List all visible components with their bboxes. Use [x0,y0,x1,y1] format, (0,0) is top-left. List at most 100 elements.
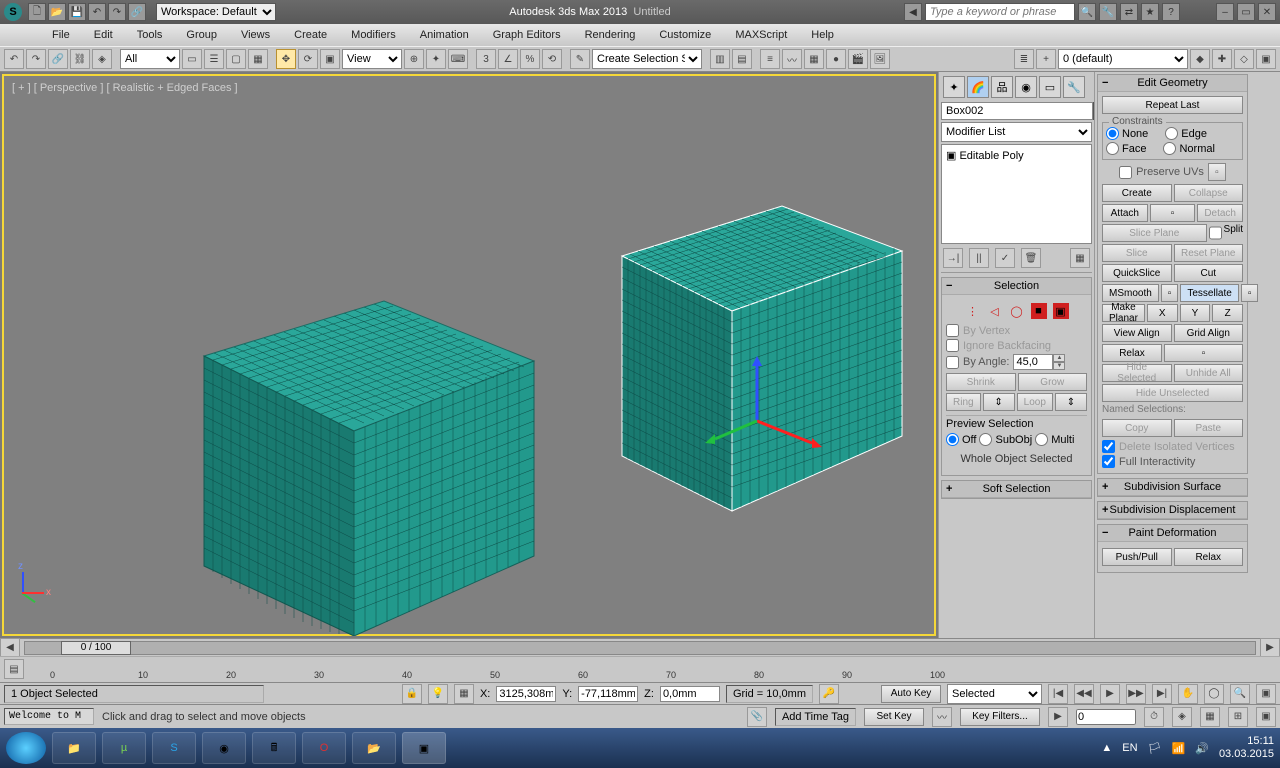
trackbar-toggle-icon[interactable]: ▤ [4,659,24,679]
menu-modifiers[interactable]: Modifiers [339,26,408,44]
subobj-border-icon[interactable]: ◯ [1009,303,1025,319]
menu-customize[interactable]: Customize [647,26,723,44]
constraint-edge-radio[interactable] [1165,127,1178,140]
add-time-tag[interactable]: Add Time Tag [775,708,856,726]
time-config-icon[interactable]: ⏱ [1144,707,1164,727]
select-button[interactable]: ▭ [182,49,202,69]
slice-button[interactable]: Slice [1102,244,1172,262]
split-checkbox[interactable] [1209,224,1222,242]
key-target-select[interactable]: Selected [947,684,1042,704]
workspace-select[interactable]: Workspace: Default [156,3,276,21]
constraint-normal-radio[interactable] [1163,142,1176,155]
undo-button[interactable]: ↶ [4,49,24,69]
new-icon[interactable]: 🗋 [28,3,46,21]
rollup-toggle-icon[interactable]: + [1102,504,1108,516]
spinner-down-icon[interactable]: ▼ [1053,362,1065,370]
tab-create[interactable]: ✦ [943,76,965,98]
wrench-icon[interactable]: 🔧 [1099,3,1117,21]
remove-mod-icon[interactable]: 🗑 [1021,248,1041,268]
frame-icon[interactable]: ▶ [1048,707,1068,727]
bind-button[interactable]: ◈ [92,49,112,69]
shrink-button[interactable]: Shrink [946,373,1016,391]
explorer-app-icon[interactable]: 📁 [52,732,96,764]
window-crossing-button[interactable]: ▦ [248,49,268,69]
subobj-element-icon[interactable]: ▣ [1053,303,1069,319]
time-slider-thumb[interactable]: 0 / 100 [61,641,131,655]
nav2-icon[interactable]: ◈ [1172,707,1192,727]
menu-maxscript[interactable]: MAXScript [723,26,799,44]
chrome-app-icon[interactable]: ◉ [202,732,246,764]
by-angle-checkbox[interactable] [946,356,959,369]
menu-rendering[interactable]: Rendering [573,26,648,44]
render-setup-button[interactable]: 🎬 [848,49,868,69]
subobj-edge-icon[interactable]: ◁ [987,303,1003,319]
nav-pan-icon[interactable]: ✋ [1178,684,1198,704]
detach-button[interactable]: Detach [1197,204,1243,222]
menu-group[interactable]: Group [174,26,229,44]
maxscript-listener[interactable]: Welcome to M [4,708,94,725]
help-icon[interactable]: ? [1162,3,1180,21]
layer-btn3[interactable]: ◇ [1234,49,1254,69]
manip-button[interactable]: ✦ [426,49,446,69]
layer-btn1[interactable]: ◆ [1190,49,1210,69]
tab-modify[interactable]: 🌈 [967,76,989,98]
menu-help[interactable]: Help [799,26,846,44]
planar-x-button[interactable]: X [1147,304,1178,322]
menu-tools[interactable]: Tools [125,26,175,44]
material-button[interactable]: ● [826,49,846,69]
by-vertex-checkbox[interactable] [946,324,959,337]
named-sel-button[interactable]: ✎ [570,49,590,69]
layer-new-icon[interactable]: + [1036,49,1056,69]
time-slider[interactable]: ◀ 0 / 100 ▶ [0,638,1280,656]
preview-multi-radio[interactable] [1035,433,1048,446]
viewport-perspective[interactable]: [ + ] [ Perspective ] [ Realistic + Edge… [2,74,936,636]
minimize-icon[interactable]: – [1216,3,1234,21]
create-button[interactable]: Create [1102,184,1172,202]
planar-z-button[interactable]: Z [1212,304,1243,322]
timeslider-left-icon[interactable]: ◀ [0,638,20,658]
unhide-all-button[interactable]: Unhide All [1174,364,1244,382]
ref-coord-select[interactable]: View [342,49,402,69]
by-angle-input[interactable] [1013,354,1053,370]
auto-key-button[interactable]: Auto Key [881,685,941,703]
modifier-stack[interactable]: ▣ Editable Poly [941,144,1092,244]
timeslider-right-icon[interactable]: ▶ [1260,638,1280,658]
rollup-toggle-icon[interactable]: + [946,483,952,495]
push-pull-button[interactable]: Push/Pull [1102,548,1172,566]
rotate-button[interactable]: ⟳ [298,49,318,69]
menu-create[interactable]: Create [282,26,339,44]
layers-button[interactable]: ≡ [760,49,780,69]
lock-icon[interactable]: 🔒 [402,684,422,704]
xform-type-icon[interactable]: ▦ [454,684,474,704]
snap-button[interactable]: 3 [476,49,496,69]
angle-snap-button[interactable]: ∠ [498,49,518,69]
tray-lang[interactable]: EN [1122,742,1137,754]
rollup-toggle-icon[interactable]: − [1102,77,1108,89]
make-unique-icon[interactable]: ✓ [995,248,1015,268]
rollup-toggle-icon[interactable]: − [1102,527,1108,539]
key-filters-button[interactable]: Key Filters... [960,708,1040,726]
show-end-result-icon[interactable]: || [969,248,989,268]
loop-spinner[interactable]: ⇕ [1055,393,1087,411]
current-frame-input[interactable] [1076,709,1136,725]
percent-snap-button[interactable]: % [520,49,540,69]
menu-edit[interactable]: Edit [82,26,125,44]
subobj-vertex-icon[interactable]: ⋮ [965,303,981,319]
exchange-icon[interactable]: ⇄ [1120,3,1138,21]
pin-stack-icon[interactable]: →| [943,248,963,268]
set-key-button[interactable]: Set Key [864,708,924,726]
ring-spinner[interactable]: ⇕ [983,393,1015,411]
planar-y-button[interactable]: Y [1180,304,1211,322]
start-button[interactable] [6,732,46,764]
menu-file[interactable]: File [40,26,82,44]
link-button[interactable]: 🔗 [48,49,68,69]
hide-selected-button[interactable]: Hide Selected [1102,364,1172,382]
ring-button[interactable]: Ring [946,393,981,411]
configure-sets-icon[interactable]: ▦ [1070,248,1090,268]
nav3-icon[interactable]: ▦ [1200,707,1220,727]
rollup-toggle-icon[interactable]: − [946,280,952,292]
menu-views[interactable]: Views [229,26,282,44]
move-button[interactable]: ✥ [276,49,296,69]
hide-unselected-button[interactable]: Hide Unselected [1102,384,1243,402]
attach-button[interactable]: Attach [1102,204,1148,222]
